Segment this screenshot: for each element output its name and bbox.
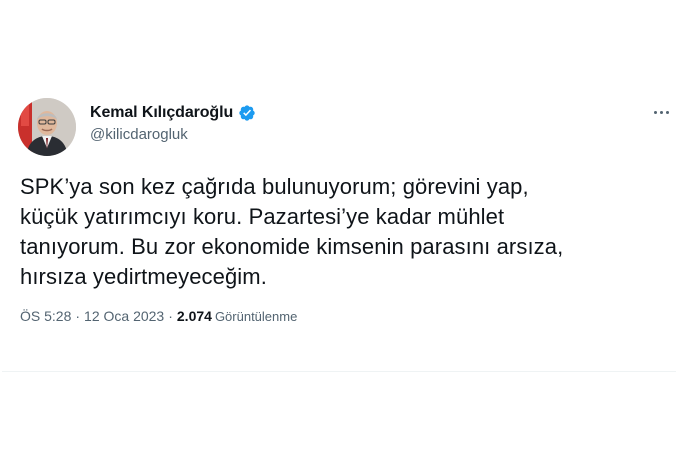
tweet-text-line: küçük yatırımcıyı koru. Pazartesi’ye kad… (20, 204, 505, 229)
author-block: Kemal Kılıçdaroğlu @kilicdarogluk (90, 104, 256, 143)
user-handle[interactable]: @kilicdarogluk (90, 126, 256, 143)
meta-separator: · (75, 308, 81, 324)
tweet-text-line: SPK’ya son kez çağrıda bulunuyorum; göre… (20, 174, 529, 199)
more-dot (665, 110, 669, 114)
tweet-text-line: tanıyorum. Bu zor ekonomide kimsenin par… (20, 234, 564, 259)
views-count[interactable]: 2.074 (177, 308, 212, 324)
tweet-date[interactable]: 12 Oca 2023 (84, 308, 164, 324)
tweet-text-line: hırsıza yedirtmeyeceğim. (20, 264, 267, 289)
tweet-meta: ÖS 5:28 · 12 Oca 2023 · 2.074 Görüntülenme (20, 308, 297, 324)
verified-badge-icon (238, 104, 256, 122)
tweet-card: Kemal Kılıçdaroğlu @kilicdarogluk SPK’ya… (0, 82, 690, 372)
views-label: Görüntülenme (214, 309, 298, 324)
page: Kemal Kılıçdaroğlu @kilicdarogluk SPK’ya… (0, 0, 690, 450)
display-name[interactable]: Kemal Kılıçdaroğlu (90, 104, 233, 122)
avatar-portrait-icon (18, 98, 76, 156)
more-dot (653, 110, 657, 114)
meta-separator: · (168, 308, 173, 324)
more-options-icon[interactable] (650, 104, 672, 120)
name-row: Kemal Kılıçdaroğlu (90, 104, 256, 122)
more-dot (659, 110, 663, 114)
tweet-time[interactable]: ÖS 5:28 (20, 308, 71, 324)
tweet-text: SPK’ya son kez çağrıda bulunuyorum; göre… (20, 172, 680, 292)
avatar[interactable] (18, 98, 76, 156)
